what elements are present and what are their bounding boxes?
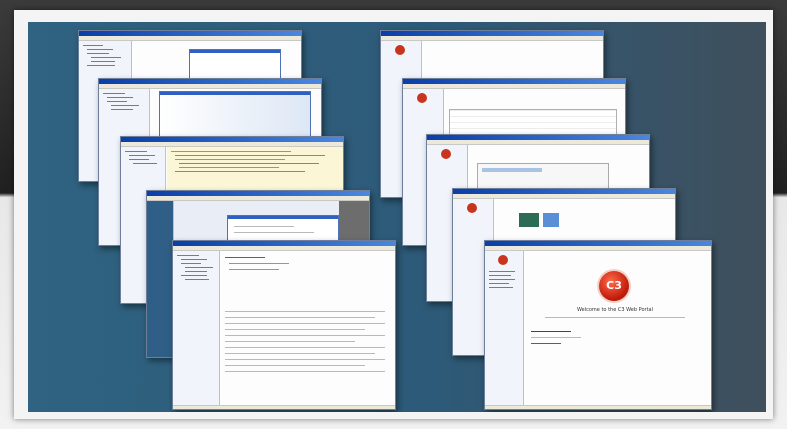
browser-window-5[interactable] bbox=[172, 240, 396, 410]
tree-sidebar bbox=[147, 201, 174, 357]
desktop-stage: C3 Welcome to the C3 Web Portal bbox=[28, 22, 766, 412]
dialog-box[interactable] bbox=[159, 91, 311, 137]
status-bar bbox=[485, 405, 711, 409]
toolbar bbox=[147, 196, 369, 201]
portal-nav bbox=[485, 251, 524, 409]
welcome-heading: Welcome to the C3 Web Portal bbox=[577, 307, 653, 313]
chart-graphic bbox=[519, 213, 539, 227]
status-bar bbox=[173, 405, 395, 409]
form-panel bbox=[477, 163, 609, 189]
chart-graphic-2 bbox=[543, 213, 559, 227]
document-content bbox=[221, 251, 395, 406]
c3-logo: C3 bbox=[599, 271, 629, 301]
tree-sidebar bbox=[173, 251, 220, 409]
portal-window-5[interactable]: C3 Welcome to the C3 Web Portal bbox=[484, 240, 712, 410]
